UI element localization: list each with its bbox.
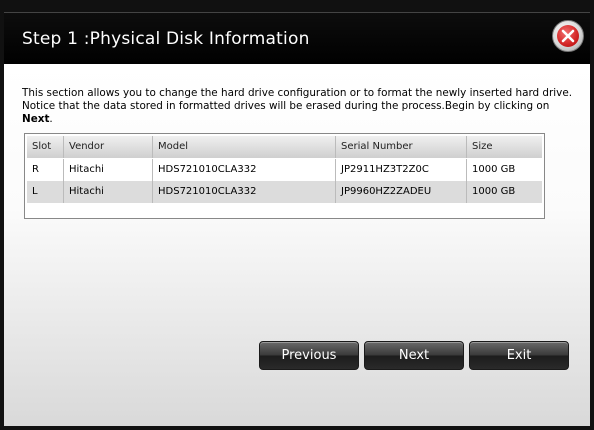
dialog-window: Step 1 :Physical Disk Information This s… bbox=[0, 0, 594, 430]
description-text: This section allows you to change the ha… bbox=[22, 87, 582, 126]
column-header-model[interactable]: Model bbox=[153, 136, 336, 158]
disk-table: Slot Vendor Model Serial Number Size R H… bbox=[24, 133, 545, 219]
description-line-1: This section allows you to change the ha… bbox=[22, 87, 573, 99]
column-header-vendor[interactable]: Vendor bbox=[64, 136, 153, 158]
cell-vendor: Hitachi bbox=[64, 159, 153, 181]
previous-button[interactable]: Previous bbox=[259, 341, 359, 370]
dialog-body: This section allows you to change the ha… bbox=[4, 64, 590, 426]
column-header-size[interactable]: Size bbox=[467, 136, 544, 158]
cell-model: HDS721010CLA332 bbox=[153, 159, 336, 181]
exit-button[interactable]: Exit bbox=[469, 341, 569, 370]
cell-serial-number: JP2911HZ3T2Z0C bbox=[336, 159, 467, 181]
description-line-2-end: . bbox=[49, 113, 53, 125]
next-button[interactable]: Next bbox=[364, 341, 464, 370]
column-header-slot[interactable]: Slot bbox=[27, 136, 64, 158]
next-emphasis: Next bbox=[22, 113, 50, 125]
cell-size: 1000 GB bbox=[472, 164, 516, 175]
table-row[interactable]: L Hitachi HDS721010CLA332 JP9960HZ2ZADEU… bbox=[27, 181, 542, 203]
table-header-row: Slot Vendor Model Serial Number Size bbox=[27, 136, 542, 158]
close-x-icon bbox=[557, 25, 579, 47]
cell-size: 1000 GB bbox=[472, 186, 516, 197]
cell-serial-number: JP9960HZ2ZADEU bbox=[336, 181, 467, 203]
description-line-2-text: Notice that the data stored in formatted… bbox=[22, 100, 550, 112]
dialog-title: Step 1 :Physical Disk Information bbox=[22, 29, 310, 49]
column-header-serial-number[interactable]: Serial Number bbox=[336, 136, 467, 158]
cell-slot: R bbox=[27, 159, 64, 181]
description-line-2: Notice that the data stored in formatted… bbox=[22, 100, 582, 126]
cell-vendor: Hitachi bbox=[64, 181, 153, 203]
cell-slot: L bbox=[27, 181, 64, 203]
dialog-header: Step 1 :Physical Disk Information bbox=[4, 12, 590, 64]
table-row[interactable]: R Hitachi HDS721010CLA332 JP2911HZ3T2Z0C… bbox=[27, 159, 542, 181]
close-button[interactable] bbox=[552, 20, 584, 52]
cell-model: HDS721010CLA332 bbox=[153, 181, 336, 203]
